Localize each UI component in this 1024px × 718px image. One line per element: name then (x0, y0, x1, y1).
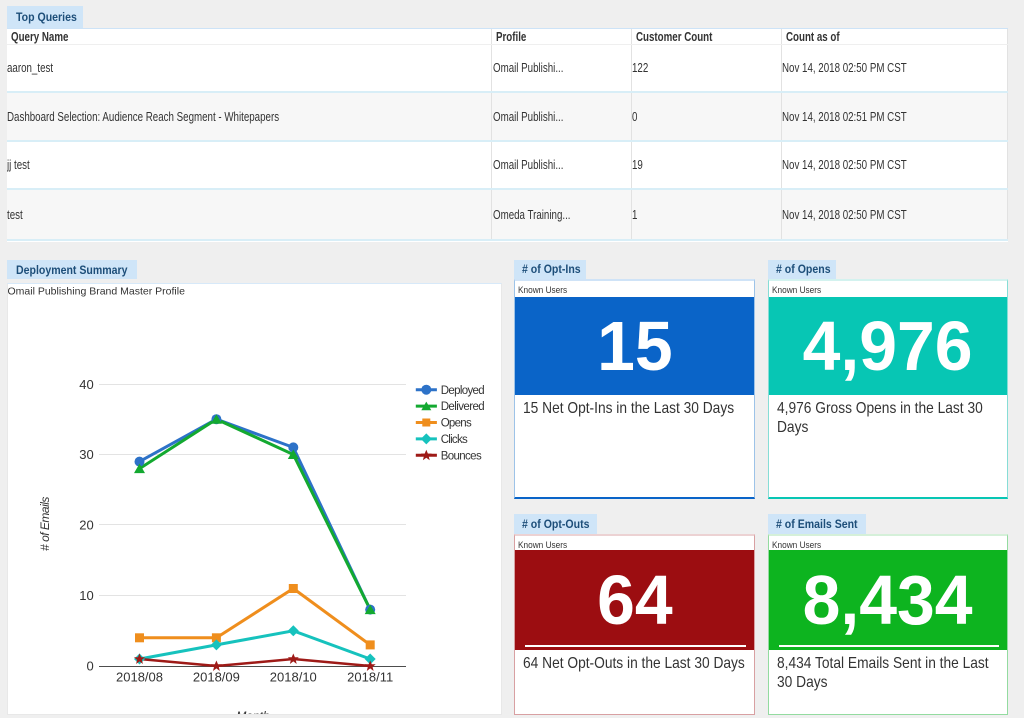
svg-text:Clicks: Clicks (441, 434, 468, 446)
svg-text:Deployed: Deployed (441, 384, 485, 396)
svg-text:Opens: Opens (441, 417, 472, 429)
svg-text:Delivered: Delivered (441, 401, 485, 413)
svg-text:2018/08: 2018/08 (116, 669, 163, 684)
svg-text:30: 30 (79, 447, 93, 462)
svg-text:40: 40 (79, 376, 93, 391)
svg-text:Month: Month (236, 709, 270, 714)
svg-text:2018/11: 2018/11 (347, 669, 393, 684)
svg-text:Bounces: Bounces (441, 450, 482, 462)
svg-text:2018/10: 2018/10 (270, 669, 317, 684)
svg-text:20: 20 (79, 517, 93, 532)
svg-text:Omail Publishing Brand Master: Omail Publishing Brand Master Profile (8, 285, 185, 297)
svg-text:0: 0 (86, 658, 93, 673)
svg-text:10: 10 (79, 588, 93, 603)
svg-text:2018/09: 2018/09 (193, 669, 240, 684)
svg-text:# of Emails: # of Emails (38, 496, 52, 550)
